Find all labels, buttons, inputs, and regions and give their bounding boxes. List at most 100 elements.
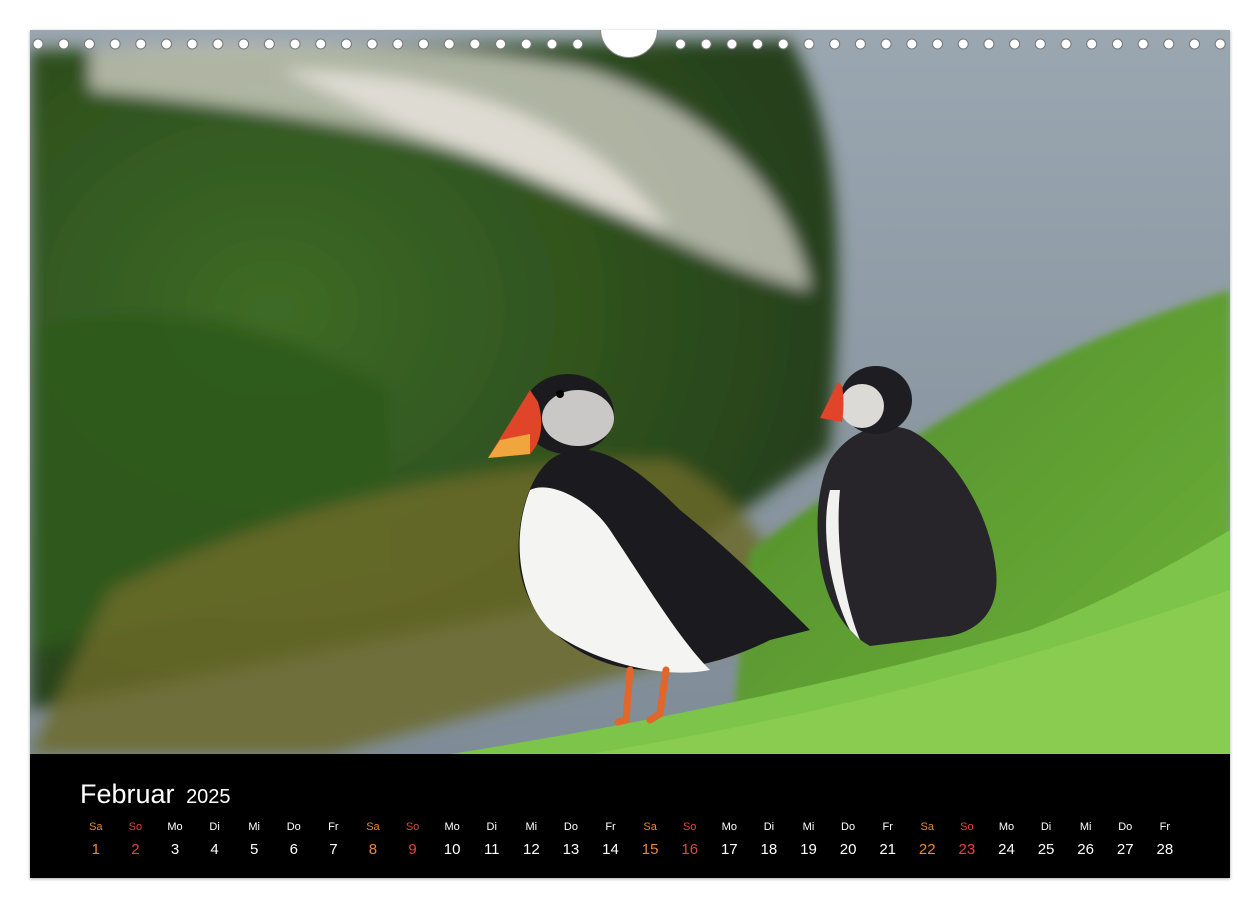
day-cell: Fr 28 <box>1145 820 1185 860</box>
weekday-label: Di <box>1040 821 1052 833</box>
weekday-label: Sa <box>920 821 934 833</box>
binding-hole <box>957 38 969 50</box>
binding-hole <box>520 38 532 50</box>
binding-hole <box>495 38 507 50</box>
weekday-label: Mi <box>802 821 815 833</box>
weekday-label: Sa <box>643 821 657 833</box>
weekday-label: Fr <box>605 821 616 833</box>
puffin-photo-illustration <box>30 30 1230 754</box>
weekday-label: Do <box>286 821 301 833</box>
binding-hole <box>161 38 172 50</box>
weekday-label: Fr <box>328 821 339 833</box>
day-number: 19 <box>800 841 817 858</box>
day-number: 15 <box>641 841 659 858</box>
day-number: 21 <box>879 841 897 858</box>
day-cell: So 2 <box>116 820 156 860</box>
binding-hole <box>777 38 789 50</box>
day-number: 20 <box>839 841 857 858</box>
year: 2025 <box>186 786 231 808</box>
binding-hole <box>1034 38 1046 50</box>
binding-hole <box>238 38 250 50</box>
weekday-label: So <box>960 821 974 833</box>
day-cell: Fr 14 <box>591 820 631 860</box>
day-number: 1 <box>91 841 100 858</box>
binding-hole <box>109 38 121 50</box>
weekday-label: Mo <box>167 821 183 833</box>
day-cell: Sa 15 <box>630 820 670 860</box>
weekday-label: Di <box>763 821 775 833</box>
binding-hole <box>58 38 70 50</box>
binding-holes <box>30 30 1230 60</box>
binding-hole <box>1060 38 1072 50</box>
weekday-label: Sa <box>366 821 380 833</box>
day-number: 25 <box>1037 841 1055 858</box>
day-cell: Sa 8 <box>353 820 393 860</box>
weekday-label: Di <box>209 821 220 833</box>
day-number: 4 <box>210 841 219 858</box>
puffin-photo <box>30 30 1230 754</box>
day-cell: So 23 <box>947 820 987 860</box>
day-cell: Fr 7 <box>314 820 354 860</box>
day-number: 10 <box>443 841 461 858</box>
binding-hole <box>880 38 892 50</box>
day-number: 6 <box>289 841 298 858</box>
day-number: 8 <box>368 841 378 858</box>
binding-hole <box>1111 38 1123 50</box>
day-cell: Mo 3 <box>155 820 195 860</box>
binding-hole <box>983 38 995 50</box>
binding-hole <box>1009 38 1021 50</box>
binding-hole <box>135 38 147 50</box>
weekday-label: Mo <box>998 821 1015 833</box>
binding-hole <box>315 38 327 50</box>
binding-hole <box>366 38 378 50</box>
day-cell: So 9 <box>393 820 433 860</box>
weekday-label: Mo <box>444 821 460 833</box>
day-cell: Do 6 <box>274 820 314 860</box>
binding-hole <box>854 38 866 50</box>
day-number: 13 <box>562 841 580 858</box>
weekday-label: So <box>682 821 697 833</box>
binding-hole <box>1086 38 1098 50</box>
day-cell: So 16 <box>670 820 710 860</box>
day-cell: Di 25 <box>1026 820 1066 860</box>
binding-hole <box>83 38 95 50</box>
weekday-label: Sa <box>89 821 103 833</box>
weekday-label: Do <box>841 821 856 833</box>
day-number: 12 <box>522 841 540 858</box>
day-number: 2 <box>131 841 140 858</box>
binding-hole <box>1189 38 1200 50</box>
day-number: 23 <box>958 841 976 858</box>
day-cell: Di 4 <box>195 820 235 860</box>
binding-hole <box>1137 38 1149 50</box>
binding-hole <box>675 38 686 50</box>
binding-hole <box>1163 38 1175 50</box>
weekday-label: Mi <box>1079 821 1092 833</box>
calendar-sheet: Februar 2025 Sa 1 So 2 Mo 3 Di 4 Mi 5 Do 6 Fr 7 Sa 8 So 9… <box>30 30 1230 878</box>
binding-hole <box>752 38 764 50</box>
binding-hole <box>32 38 44 50</box>
day-cell: Mi 5 <box>234 820 274 860</box>
day-cell: Di 11 <box>472 820 512 860</box>
weekday-label: Fr <box>882 821 893 833</box>
binding-hole <box>932 38 943 50</box>
binding-hole <box>418 38 429 50</box>
binding-hole <box>546 38 558 50</box>
day-number: 28 <box>1156 841 1174 858</box>
day-cell: Mo 10 <box>432 820 472 860</box>
binding-hole <box>906 38 918 50</box>
weekday-label: Mi <box>525 821 538 833</box>
binding-hole <box>212 38 224 50</box>
binding-hole <box>829 38 841 50</box>
binding-hole <box>803 38 815 50</box>
binding-hole <box>263 38 275 50</box>
binding-hole <box>572 38 584 50</box>
weekday-label: So <box>128 821 143 833</box>
day-number: 9 <box>408 841 417 858</box>
weekday-label: Do <box>563 821 578 833</box>
day-number: 11 <box>483 841 500 858</box>
month-title: Februar 2025 <box>80 778 231 813</box>
day-cell: Mi 12 <box>512 820 552 860</box>
binding-hole <box>1214 38 1226 50</box>
weekday-label: Mi <box>248 821 260 833</box>
binding-hole <box>340 38 352 50</box>
